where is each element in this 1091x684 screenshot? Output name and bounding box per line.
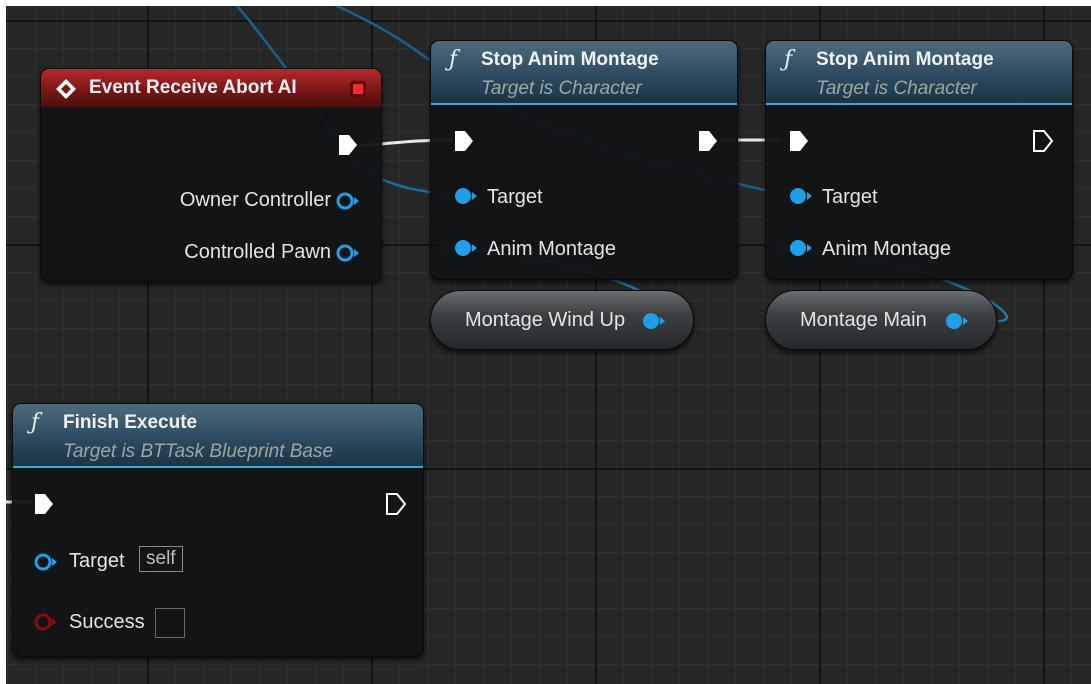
node-title: Stop Anim Montage: [816, 49, 994, 70]
function-icon: ƒ: [31, 410, 40, 435]
success-label: Success: [69, 611, 145, 633]
target-pin[interactable]: [788, 185, 814, 207]
function-node-header: ƒ Finish Execute Target is BTTask Bluepr…: [13, 404, 423, 468]
target-label: Target: [487, 186, 543, 208]
function-node-header: ƒ Stop Anim Montage Target is Character: [431, 41, 737, 105]
variable-label: Montage Main: [800, 309, 927, 331]
stop-anim-montage-node-1[interactable]: ƒ Stop Anim Montage Target is Character …: [430, 40, 738, 280]
anim-montage-label: Anim Montage: [822, 238, 951, 260]
target-default-input[interactable]: self: [139, 546, 183, 572]
variable-out-pin[interactable]: [641, 310, 667, 332]
montage-main-variable-node[interactable]: Montage Main: [765, 290, 997, 350]
finish-execute-node[interactable]: ƒ Finish Execute Target is BTTask Bluepr…: [12, 403, 424, 657]
target-label: Target: [69, 550, 125, 572]
success-pin[interactable]: [33, 611, 59, 633]
event-receive-abort-ai-node[interactable]: Event Receive Abort AI Owner Controller …: [40, 68, 382, 282]
exec-out-pin-empty[interactable]: [385, 492, 407, 516]
node-subtitle: Target is Character: [481, 78, 642, 99]
success-checkbox[interactable]: [155, 608, 185, 638]
target-label: Target: [822, 186, 878, 208]
target-pin[interactable]: [33, 551, 59, 573]
anim-montage-pin[interactable]: [788, 237, 814, 259]
anim-montage-pin[interactable]: [453, 237, 479, 259]
blueprint-graph-canvas[interactable]: Event Receive Abort AI Owner Controller …: [6, 6, 1091, 684]
node-subtitle: Target is BTTask Blueprint Base: [63, 441, 334, 462]
variable-out-pin[interactable]: [944, 310, 970, 332]
node-title: Stop Anim Montage: [481, 49, 659, 70]
owner-controller-pin[interactable]: [335, 190, 361, 212]
exec-in-pin[interactable]: [788, 129, 810, 153]
exec-in-pin[interactable]: [453, 129, 475, 153]
exec-out-pin-empty[interactable]: [1032, 129, 1054, 153]
exec-out-pin[interactable]: [697, 129, 719, 153]
event-node-title: Event Receive Abort AI: [89, 77, 297, 98]
controlled-pawn-pin[interactable]: [335, 242, 361, 264]
owner-controller-label: Owner Controller: [179, 189, 331, 211]
exec-in-pin[interactable]: [33, 492, 55, 516]
stop-anim-montage-node-2[interactable]: ƒ Stop Anim Montage Target is Character …: [765, 40, 1073, 280]
node-subtitle: Target is Character: [816, 78, 977, 99]
stop-square-icon: [350, 81, 366, 97]
variable-label: Montage Wind Up: [465, 309, 626, 331]
exec-out-pin[interactable]: [337, 133, 359, 157]
controlled-pawn-label: Controlled Pawn: [184, 241, 331, 263]
function-node-header: ƒ Stop Anim Montage Target is Character: [766, 41, 1072, 105]
montage-wind-up-variable-node[interactable]: Montage Wind Up: [430, 290, 694, 350]
function-icon: ƒ: [449, 47, 458, 72]
target-pin[interactable]: [453, 185, 479, 207]
anim-montage-label: Anim Montage: [487, 238, 616, 260]
function-icon: ƒ: [784, 47, 793, 72]
event-diamond-icon: [56, 79, 76, 99]
event-node-header: Event Receive Abort AI: [41, 69, 381, 107]
node-title: Finish Execute: [63, 412, 198, 433]
